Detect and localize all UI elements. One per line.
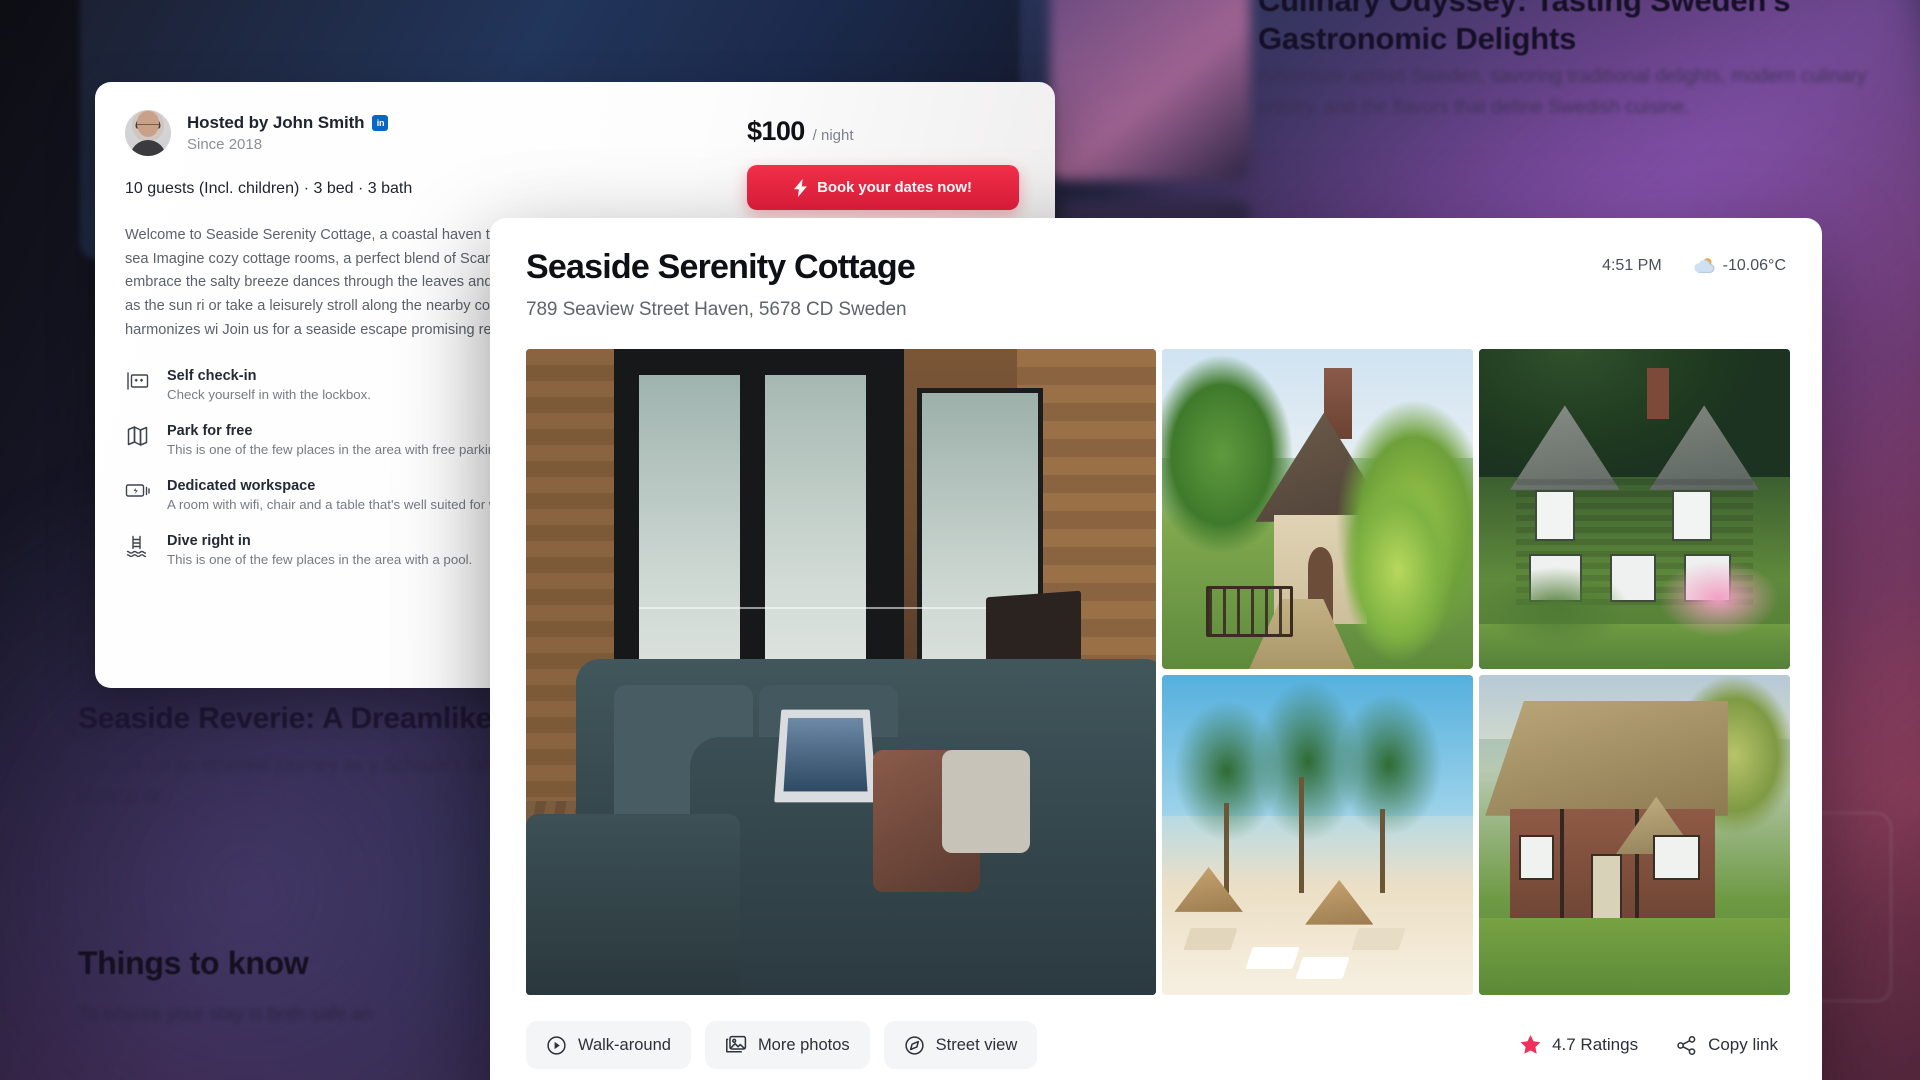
gallery-action-pills: Walk-around More photos Street view	[526, 1021, 1038, 1069]
map-icon	[125, 423, 151, 449]
price-period: / night	[812, 127, 854, 144]
modal-header: Seaside Serenity Cottage 789 Seaview Str…	[526, 248, 1786, 321]
amenity-subtitle: A room with wifi, chair and a table that…	[167, 497, 539, 513]
copy-link-button[interactable]: Copy link	[1676, 1035, 1778, 1056]
gallery-photo-4[interactable]	[1162, 675, 1473, 995]
price-block: $100 / night Book your dates now!	[733, 104, 1033, 222]
gallery-action-bar: Walk-around More photos Street view 4.7 …	[526, 1021, 1786, 1069]
host-name: Hosted by John Smith	[187, 113, 365, 132]
gallery-photo-3[interactable]	[1479, 349, 1790, 669]
amenity-title: Self check-in	[167, 368, 257, 385]
walk-around-label: Walk-around	[578, 1035, 671, 1054]
background-right-article-body: Adventure across Sweden, savoring tradit…	[1258, 66, 1867, 118]
star-icon	[1520, 1035, 1541, 1055]
gallery-photo-5[interactable]	[1479, 675, 1790, 995]
page-title: Seaside Serenity Cottage	[526, 248, 916, 286]
page-root: Culinary Odyssey: Tasting Sweden's Gastr…	[0, 0, 1920, 1080]
amenity-title: Dedicated workspace	[167, 478, 316, 495]
book-button[interactable]: Book your dates now!	[747, 165, 1019, 210]
share-icon	[1676, 1035, 1697, 1056]
background-right-article-title: Culinary Odyssey: Tasting Sweden's Gastr…	[1258, 0, 1791, 56]
photo-gallery	[526, 349, 1790, 995]
modal-right-actions: 4.7 Ratings Copy link	[1520, 1035, 1786, 1056]
more-photos-label: More photos	[757, 1035, 850, 1054]
amenity-subtitle: Check yourself in with the lockbox.	[167, 387, 371, 403]
gallery-photo-2[interactable]	[1162, 349, 1473, 669]
host-since: Since 2018	[187, 136, 263, 153]
status-bar: 4:51 PM -10.06°C	[1602, 248, 1786, 275]
compass-icon	[904, 1035, 925, 1056]
property-detail-modal: Seaside Serenity Cottage 789 Seaview Str…	[490, 218, 1822, 1080]
linkedin-icon[interactable]: in	[372, 115, 389, 131]
rating-display: 4.7 Ratings	[1520, 1035, 1638, 1055]
property-address: 789 Seaview Street Haven, 5678 CD Sweden	[526, 299, 907, 320]
workspace-icon	[125, 478, 151, 504]
play-circle-icon	[546, 1035, 567, 1056]
more-photos-button[interactable]: More photos	[704, 1021, 870, 1069]
copy-link-label: Copy link	[1708, 1035, 1778, 1054]
walk-around-button[interactable]: Walk-around	[526, 1021, 691, 1069]
book-button-label: Book your dates now!	[817, 179, 972, 196]
temperature-value: -10.06°C	[1722, 256, 1786, 274]
bolt-icon	[794, 178, 808, 197]
host-name-row: Hosted by John Smith in	[187, 113, 389, 133]
street-view-button[interactable]: Street view	[883, 1021, 1038, 1069]
street-view-label: Street view	[935, 1035, 1018, 1054]
amenity-title: Dive right in	[167, 533, 251, 550]
amenity-subtitle: This is one of the few places in the are…	[167, 442, 507, 458]
pool-icon	[125, 533, 151, 559]
photos-icon	[725, 1035, 747, 1055]
gallery-photo-main[interactable]	[526, 349, 1156, 995]
rating-value: 4.7 Ratings	[1552, 1035, 1639, 1054]
partly-cloudy-icon	[1692, 256, 1716, 275]
amenity-subtitle: This is one of the few places in the are…	[167, 552, 473, 568]
avatar	[125, 110, 171, 156]
background-thumb-image-1	[1050, 0, 1250, 180]
local-time: 4:51 PM	[1602, 256, 1662, 274]
amenity-title: Park for free	[167, 423, 253, 440]
weather-status: -10.06°C	[1692, 256, 1786, 275]
price-amount: $100	[747, 116, 805, 146]
lockbox-icon	[125, 368, 151, 394]
